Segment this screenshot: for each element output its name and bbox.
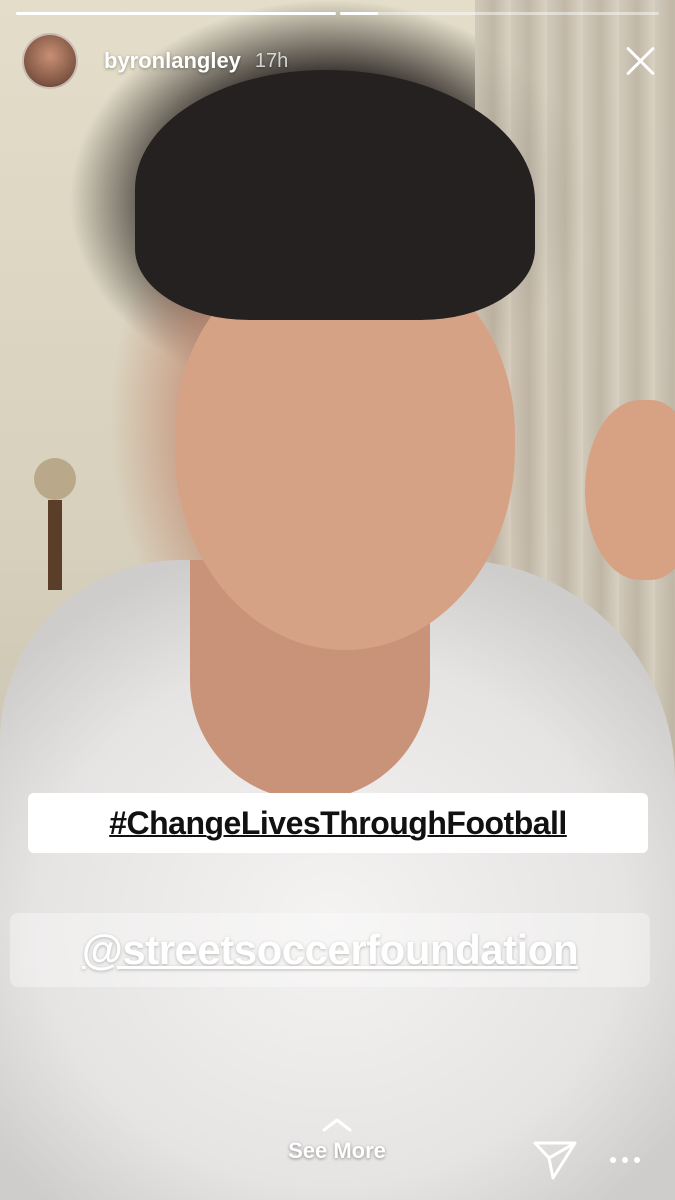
story-header: byronlangley 17h [22,32,657,90]
more-options-icon[interactable] [605,1150,645,1170]
close-icon[interactable] [623,44,657,78]
mention-text: @streetsoccerfoundation [81,926,579,973]
background-lamp [34,458,76,500]
progress-segment [16,12,336,15]
story-timestamp: 17h [254,49,289,72]
hashtag-sticker[interactable]: #ChangeLivesThroughFootball [28,793,648,853]
progress-fill [16,12,336,15]
mention-sticker[interactable]: @streetsoccerfoundation [10,913,650,987]
progress-segment [339,12,659,15]
username[interactable]: byronlangley [104,48,241,74]
hashtag-text: #ChangeLivesThroughFootball [109,804,567,841]
background-lamp-stand [48,500,62,590]
progress-fill [339,12,378,15]
story-viewer[interactable]: byronlangley 17h #ChangeLivesThroughFoot… [0,0,675,1200]
chevron-up-icon [322,1118,352,1132]
story-progress [16,12,659,15]
see-more-label: See More [288,1138,386,1163]
avatar[interactable] [22,33,78,89]
see-more-button[interactable]: See More [257,1118,417,1188]
send-icon[interactable] [532,1140,578,1180]
